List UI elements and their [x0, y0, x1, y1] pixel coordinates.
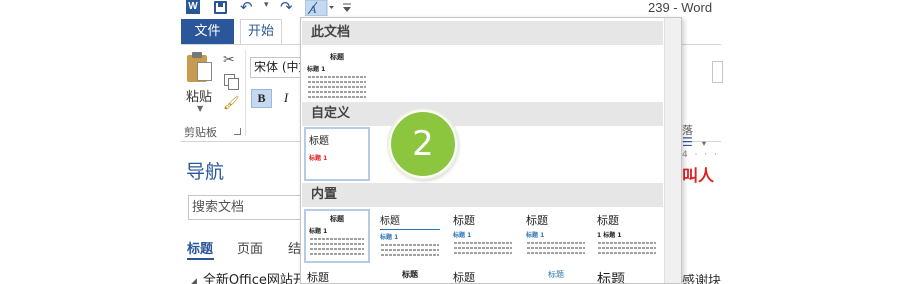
style-thumb-builtin-5[interactable]: 标题 1 标题 1: [594, 209, 660, 263]
undo-dropdown-icon[interactable]: ▾: [264, 0, 269, 10]
thumb-title: 标题: [453, 271, 475, 284]
ruler: 4 · · ·: [682, 150, 719, 160]
document-title: 239 - Word: [648, 0, 713, 15]
thumb-subtitle: 标题 1: [453, 232, 472, 239]
style-thumb-builtin-9[interactable]: 标题: [523, 266, 589, 283]
style-thumb-builtin-8[interactable]: 标题: [450, 266, 516, 284]
thumb-title: 标题: [597, 214, 619, 227]
thumb-title: 标题: [453, 214, 475, 227]
line-spacing-dropdown-icon[interactable]: ▾: [702, 139, 706, 148]
gallery-scrollbar[interactable]: [664, 18, 681, 283]
thumb-title: 标题: [307, 271, 329, 284]
document-red-text: 叫人: [682, 166, 715, 185]
style-thumb-builtin-1[interactable]: 标题 标题 1: [304, 209, 370, 263]
ribbon-right-fragment: 落 ☰ ▾ 4 · · · 叫人 感谢块: [682, 45, 723, 284]
clipboard-group-label: 剪贴板: [184, 126, 217, 139]
format-painter-icon[interactable]: 🖌: [223, 96, 240, 111]
thumb-subtitle: 标题 1: [307, 66, 326, 73]
paste-button[interactable]: 粘贴: [186, 86, 212, 105]
bold-button[interactable]: B: [251, 89, 272, 108]
word-logo-icon: W: [186, 0, 200, 14]
font-name-select[interactable]: 宋体 (中文: [250, 57, 302, 78]
style-thumb-builtin-10[interactable]: 标题: [594, 266, 660, 284]
nav-tab-headings[interactable]: 标题: [187, 238, 213, 257]
thumb-subtitle: 标题 1: [309, 228, 328, 235]
nav-heading-label: 全新Office网站开: [202, 273, 306, 284]
style-thumb-builtin-4[interactable]: 标题 标题 1: [523, 209, 589, 263]
thumb-title: 标题: [548, 270, 564, 279]
thumb-subtitle: 标题 1: [309, 155, 328, 162]
style-thumb-builtin-6[interactable]: 标题: [304, 266, 370, 284]
navigation-search-input[interactable]: 搜索文档: [188, 195, 308, 220]
nav-tab-underline: [187, 258, 214, 260]
step-number-badge: 2: [389, 110, 457, 178]
thumb-subtitle: 标题 1: [526, 232, 545, 239]
section-builtin: 内置: [302, 183, 663, 207]
thumb-title: 标题: [597, 272, 625, 284]
cut-icon[interactable]: ✂: [223, 52, 235, 68]
thumb-title: 标题: [402, 270, 418, 279]
tab-home[interactable]: 开始: [240, 19, 282, 44]
nav-tab-pages[interactable]: 页面: [237, 238, 263, 257]
collapse-icon[interactable]: ◢: [190, 277, 197, 284]
redo-icon[interactable]: ↷: [280, 0, 293, 16]
undo-icon[interactable]: ↶: [240, 0, 253, 16]
style-thumb-builtin-2[interactable]: 标题 标题 1: [377, 209, 443, 263]
section-this-document: 此文档: [302, 21, 663, 45]
paste-icon[interactable]: [187, 52, 213, 82]
style-thumb-custom[interactable]: 标题 标题 1: [304, 127, 370, 181]
navigation-pane-title: 导航: [186, 161, 225, 183]
thumb-subtitle: 标题 1: [380, 234, 399, 241]
paste-dropdown-icon[interactable]: ▼: [197, 104, 203, 113]
group-separator: [245, 50, 246, 136]
nav-heading-item[interactable]: ◢ 全新Office网站开: [190, 269, 306, 284]
style-thumb-builtin-3[interactable]: 标题 标题 1: [450, 209, 516, 263]
italic-button[interactable]: I: [278, 89, 294, 108]
save-icon[interactable]: [214, 1, 227, 14]
section-custom: 自定义: [302, 102, 663, 126]
quick-access-toolbar: W ↶ ▾ ↷ A: [180, 0, 720, 17]
tab-file[interactable]: 文件: [181, 19, 234, 44]
thumb-title: 标题: [330, 215, 344, 223]
copy-icon[interactable]: [224, 74, 239, 90]
customize-qat-icon[interactable]: [342, 2, 352, 14]
style-set-gallery: 此文档 标题 标题 1 自定义 标题 标题 1 内置 标题 标题 1 标题 标题…: [300, 17, 682, 284]
style-set-icon[interactable]: A: [305, 0, 335, 16]
scroll-box: [712, 61, 723, 83]
thumb-title: 标题: [309, 136, 329, 147]
thumb-title: 标题: [526, 214, 548, 227]
thumb-title: 标题: [330, 53, 344, 61]
thumb-title: 标题: [380, 216, 400, 227]
document-text: 感谢块: [682, 274, 722, 284]
line-spacing-icon[interactable]: ☰: [682, 135, 693, 149]
style-thumb-builtin-7[interactable]: 标题: [377, 266, 443, 283]
thumb-subtitle: 1 标题 1: [597, 232, 622, 239]
dialog-launcher-icon[interactable]: [234, 128, 241, 135]
